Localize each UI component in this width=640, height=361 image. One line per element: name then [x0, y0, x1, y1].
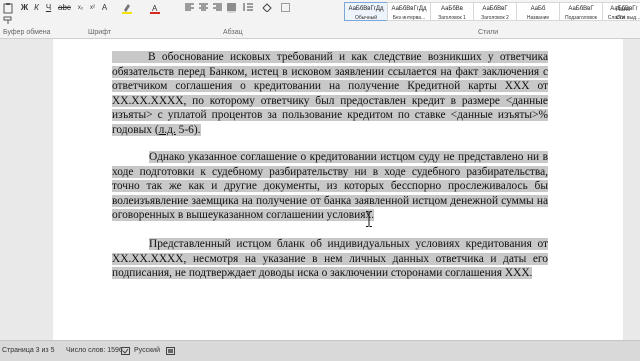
paragraph-2-text: Однако указанное соглашение о кредитован… — [112, 151, 548, 222]
proofing-icon[interactable] — [121, 347, 130, 357]
style-tile[interactable]: АаБбВвГ Заголовок 2 — [473, 2, 517, 21]
format-painter-icon[interactable] — [2, 15, 14, 25]
macro-recording-icon[interactable] — [166, 347, 175, 357]
line-spacing-icon[interactable] — [243, 3, 253, 13]
paragraph-1-text: В обоснование исковых требований и как с… — [112, 51, 548, 136]
style-tile[interactable]: АаБб Название — [516, 2, 560, 21]
underline-button[interactable]: Ч — [44, 3, 53, 13]
paragraph-3[interactable]: Представленный истцом бланк об индивидуа… — [112, 237, 548, 281]
language-indicator[interactable]: Русский — [134, 347, 160, 354]
strikethrough-button[interactable]: abc — [58, 3, 71, 13]
style-name: Заголовок 1 — [438, 15, 466, 21]
paragraph-3-text: Представленный истцом бланк об индивидуа… — [112, 238, 548, 280]
style-preview: АаБбВвГ — [568, 6, 594, 12]
style-name: Без интерва... — [392, 15, 426, 21]
borders-icon[interactable] — [281, 3, 290, 13]
highlight-color-button[interactable] — [122, 3, 132, 14]
style-tile[interactable]: АаБбВвГгДд Обычный — [344, 2, 388, 21]
paragraph-1[interactable]: В обоснование исковых требований и как с… — [112, 50, 548, 138]
page-indicator[interactable]: Страница 3 из 5 — [2, 347, 54, 354]
status-bar: Страница 3 из 5 Число слов: 1596 Русский — [0, 340, 640, 361]
styles-pane-button[interactable]: Пане сти — [616, 6, 640, 22]
style-name: Название — [526, 15, 550, 21]
style-tile[interactable]: АаБбВв Заголовок 1 — [430, 2, 474, 21]
styles-group-label: Стили — [478, 29, 499, 36]
paragraph-2[interactable]: Однако указанное соглашение о кредитован… — [112, 150, 548, 223]
shading-icon[interactable] — [262, 3, 272, 13]
style-tile[interactable]: АаБбВвГгДд Без интерва... — [387, 2, 431, 21]
text-cursor-icon — [366, 211, 372, 227]
document-canvas[interactable]: В обоснование исковых требований и как с… — [0, 39, 640, 340]
align-left-icon[interactable] — [185, 3, 194, 13]
font-color-button[interactable]: A — [150, 3, 160, 14]
align-right-icon[interactable] — [213, 3, 222, 13]
style-name: Заголовок 2 — [481, 15, 509, 21]
ribbon-group-labels: Буфер обмена Шрифт Абзац Стили — [0, 28, 640, 39]
style-preview: АаБбВв — [441, 6, 463, 12]
subscript-button[interactable]: x₂ — [76, 3, 85, 13]
superscript-button[interactable]: x² — [88, 3, 97, 13]
document-page[interactable]: В обоснование исковых требований и как с… — [53, 39, 623, 340]
style-tile[interactable]: АаБбВвГ Подзаголовок — [559, 2, 603, 21]
style-preview: АаБбВвГгДд — [348, 6, 384, 12]
paragraph-group-label: Абзац — [223, 29, 243, 36]
paste-button[interactable] — [2, 3, 14, 14]
italic-button[interactable]: К — [32, 3, 41, 13]
clipboard-group-label: Буфер обмена — [3, 29, 51, 36]
style-name: Обычный — [354, 15, 378, 21]
svg-text:A: A — [152, 4, 158, 13]
word-count[interactable]: Число слов: 1596 — [66, 347, 123, 354]
text-effects-icon[interactable]: A — [100, 3, 109, 13]
style-preview: АаБб — [530, 6, 546, 12]
align-center-icon[interactable] — [199, 3, 208, 13]
bold-button[interactable]: Ж — [20, 3, 29, 13]
style-preview: АаБбВвГгДд — [391, 6, 427, 12]
font-group-label: Шрифт — [88, 29, 112, 36]
case-file-ref: л.д. — [158, 123, 176, 136]
style-name: Подзаголовок — [565, 15, 597, 21]
style-preview: АаБбВвГ — [482, 6, 508, 12]
justify-icon[interactable] — [227, 3, 236, 13]
